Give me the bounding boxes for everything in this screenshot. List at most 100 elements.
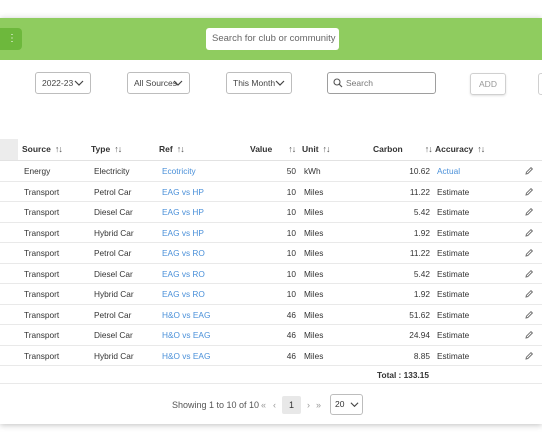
prev-page-button[interactable]: ‹ <box>273 394 276 416</box>
table-row[interactable]: Transport Hybrid Car H&O vs EAG 46 Miles 8.85… <box>0 346 542 366</box>
cell-unit: Miles <box>304 268 324 279</box>
cell-value: 10 <box>286 248 296 258</box>
edit-icon[interactable] <box>524 330 534 340</box>
cell-unit: Miles <box>304 227 324 238</box>
edit-icon[interactable] <box>524 289 534 299</box>
cell-accuracy: Estimate <box>437 350 470 361</box>
search-icon <box>333 78 343 88</box>
table-body: Energy Electricity Ecotricity 50 kWh 10.62 Act… <box>0 161 542 366</box>
table-row[interactable]: Transport Hybrid Car EAG vs RO 10 Miles 1.92 E… <box>0 284 542 305</box>
cell-ref[interactable]: EAG vs HP <box>162 223 204 243</box>
cell-value: 10 <box>286 227 296 238</box>
header-ref[interactable]: Ref ↑↓ <box>159 139 185 160</box>
cell-ref[interactable]: EAG vs RO <box>162 264 205 284</box>
cell-value: 46 <box>286 350 296 361</box>
cell-ref[interactable]: EAG vs RO <box>162 243 205 263</box>
extra-button[interactable] <box>538 73 542 95</box>
page-1-button[interactable]: 1 <box>282 396 301 414</box>
cell-source: Transport <box>24 268 60 279</box>
top-bar: ⋮ Search for club or community <box>0 18 542 60</box>
sort-icon[interactable]: ↑↓ <box>477 144 485 154</box>
cell-source: Transport <box>24 309 60 320</box>
cell-value: 46 <box>286 330 296 340</box>
header-carbon[interactable]: Carbon ↑↓ <box>373 139 433 160</box>
table-row[interactable]: Transport Petrol Car H&O vs EAG 46 Miles 51.6… <box>0 305 542 325</box>
table-row[interactable]: Transport Diesel Car EAG vs HP 10 Miles 5.42 E… <box>0 202 542 223</box>
add-button[interactable]: ADD <box>470 73 506 95</box>
header-source[interactable]: Source ↑↓ <box>22 139 63 160</box>
sources-select-value: All Sources <box>134 78 177 88</box>
cell-accuracy: Estimate <box>437 207 470 217</box>
table-row[interactable]: Transport Petrol Car EAG vs RO 10 Miles 11.22… <box>0 243 542 264</box>
cell-ref[interactable]: H&O vs EAG <box>162 305 210 325</box>
cell-carbon: 11.22 <box>409 248 430 258</box>
cell-type: Petrol Car <box>94 248 132 258</box>
search-input[interactable]: Search <box>327 72 436 94</box>
cell-ref[interactable]: EAG vs HP <box>162 202 204 222</box>
edit-icon[interactable] <box>524 187 534 197</box>
edit-icon[interactable] <box>524 248 534 258</box>
cell-carbon: 8.85 <box>413 350 430 361</box>
cell-value: 10 <box>286 186 296 197</box>
cell-source: Transport <box>24 330 60 340</box>
table-row[interactable]: Transport Hybrid Car EAG vs HP 10 Miles 1.92 E… <box>0 223 542 243</box>
sort-icon[interactable]: ↑↓ <box>114 144 122 154</box>
first-page-button[interactable]: « <box>261 394 266 416</box>
header-type[interactable]: Type ↑↓ <box>91 139 122 160</box>
total-row: Total : 133.15 <box>0 366 542 384</box>
cell-accuracy: Estimate <box>437 330 470 340</box>
sort-icon[interactable]: ↑↓ <box>323 144 331 154</box>
table-row[interactable]: Transport Petrol Car EAG vs HP 10 Miles 11.22… <box>0 182 542 202</box>
club-search-input[interactable]: Search for club or community <box>206 28 339 50</box>
year-select-value: 2022-23 <box>42 78 74 88</box>
cell-ref[interactable]: H&O vs EAG <box>162 346 210 366</box>
cell-ref[interactable]: H&O vs EAG <box>162 325 210 345</box>
table-row[interactable]: Energy Electricity Ecotricity 50 kWh 10.62 Act… <box>0 161 542 182</box>
year-select[interactable]: 2022-23 <box>35 72 91 94</box>
cell-source: Transport <box>24 350 60 361</box>
edit-icon[interactable] <box>524 269 534 279</box>
cell-ref[interactable]: EAG vs RO <box>162 284 205 304</box>
table-row[interactable]: Transport Diesel Car EAG vs RO 10 Miles 5.42 E… <box>0 264 542 284</box>
edit-icon[interactable] <box>524 207 534 217</box>
chevron-down-icon <box>275 80 285 86</box>
header-accuracy[interactable]: Accuracy ↑↓ <box>435 139 485 160</box>
header-unit[interactable]: Unit ↑↓ <box>302 139 331 160</box>
cell-type: Hybrid Car <box>94 227 134 238</box>
edit-icon[interactable] <box>524 351 534 361</box>
cell-accuracy[interactable]: Actual <box>437 161 460 181</box>
table-row[interactable]: Transport Diesel Car H&O vs EAG 46 Miles 24.9… <box>0 325 542 346</box>
sort-icon[interactable]: ↑↓ <box>425 144 433 154</box>
sort-icon[interactable]: ↑↓ <box>55 144 63 154</box>
menu-button[interactable]: ⋮ <box>0 28 22 50</box>
edit-icon[interactable] <box>524 228 534 238</box>
chevron-down-icon <box>350 402 359 408</box>
period-select-value: This Month <box>233 78 276 88</box>
sort-icon[interactable]: ↑↓ <box>177 144 185 154</box>
cell-carbon: 24.94 <box>409 330 430 340</box>
chevron-down-icon <box>173 80 183 86</box>
cell-ref[interactable]: Ecotricity <box>162 161 196 181</box>
chevron-down-icon <box>74 80 84 86</box>
edit-icon[interactable] <box>524 166 534 176</box>
header-value[interactable]: Value ↑↓ <box>250 139 296 160</box>
cell-unit: Miles <box>304 186 324 197</box>
cell-carbon: 10.62 <box>409 166 430 176</box>
page-size-select[interactable]: 20 <box>330 394 363 415</box>
period-select[interactable]: This Month <box>226 72 292 94</box>
sources-select[interactable]: All Sources <box>127 72 190 94</box>
cell-accuracy: Estimate <box>437 186 470 197</box>
cell-carbon: 1.92 <box>413 227 430 238</box>
total-carbon: Total : 133.15 <box>377 370 429 380</box>
cell-source: Transport <box>24 207 60 217</box>
cell-unit: Miles <box>304 289 324 299</box>
last-page-button[interactable]: » <box>316 394 321 416</box>
sort-icon[interactable]: ↑↓ <box>288 144 296 154</box>
cell-ref[interactable]: EAG vs HP <box>162 182 204 202</box>
cell-carbon: 5.42 <box>413 207 430 217</box>
cell-accuracy: Estimate <box>437 309 470 320</box>
cell-unit: Miles <box>304 330 324 340</box>
cell-carbon: 1.92 <box>413 289 430 299</box>
next-page-button[interactable]: › <box>307 394 310 416</box>
edit-icon[interactable] <box>524 310 534 320</box>
